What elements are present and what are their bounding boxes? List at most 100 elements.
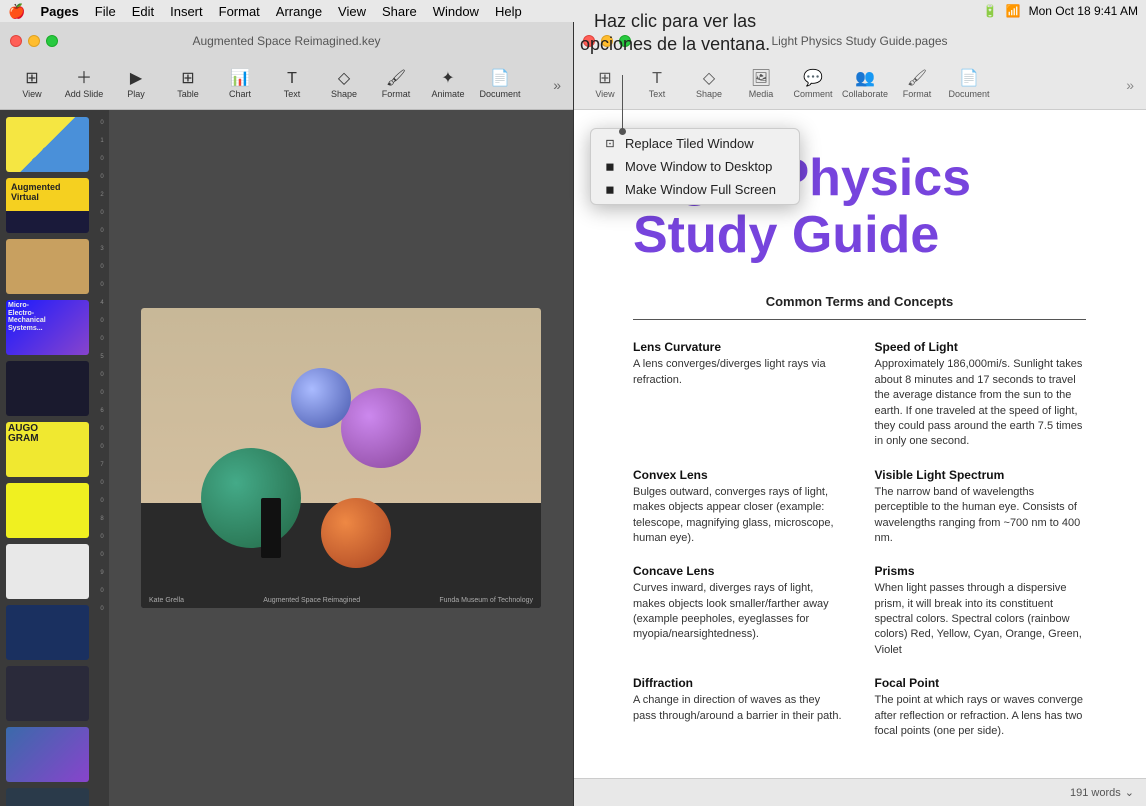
- caption-right: Funda Museum of Technology: [439, 597, 533, 604]
- fullscreen-button-left[interactable]: [46, 35, 58, 47]
- terms-grid: Lens Curvature A lens converges/diverges…: [633, 340, 1086, 757]
- slide-thumbnail-10: [6, 666, 89, 721]
- toolbar-chart-btn[interactable]: 📊 Chart: [216, 64, 264, 106]
- sphere-2: [291, 368, 351, 428]
- toolbar-addslide-label: Add Slide: [65, 89, 104, 99]
- list-item[interactable]: 4 Micro-Electro-MechanicalSystems...: [6, 300, 89, 355]
- slide-panel[interactable]: 1 2 AugmentedVirtual 3 4 Micro-Electr: [0, 110, 95, 806]
- menu-share[interactable]: Share: [375, 3, 424, 20]
- battery-icon: 🔋: [983, 4, 998, 18]
- term-desc-6: When light passes through a dispersive p…: [875, 581, 1087, 658]
- dropdown-label-replace: Replace Tiled Window: [625, 136, 754, 151]
- dropdown-item-move[interactable]: ◼ Move Window to Desktop: [591, 155, 799, 178]
- toolbar-document-right-btn[interactable]: 📄 Document: [945, 64, 993, 106]
- list-item[interactable]: 3: [6, 239, 89, 294]
- menu-help[interactable]: Help: [488, 3, 529, 20]
- toolbar-media-right-btn[interactable]: 🖼 Media: [737, 64, 785, 106]
- toolbar-table-label: Table: [177, 89, 199, 99]
- close-button-right[interactable]: [583, 35, 595, 47]
- apple-menu[interactable]: 🍎: [8, 3, 25, 20]
- toolbar-comment-right-label: Comment: [793, 89, 832, 99]
- toolbar-left: ⊞ View ＋ Add Slide ▶ Play ⊞ Table 📊 Char…: [0, 60, 573, 110]
- menu-arrange[interactable]: Arrange: [269, 3, 329, 20]
- toolbar-table-btn[interactable]: ⊞ Table: [164, 64, 212, 106]
- term-title-5: Concave Lens: [633, 564, 845, 578]
- toolbar-right: ⊞ View T Text ◇ Shape 🖼 Media 💬 Comment …: [573, 60, 1146, 110]
- slide-main-area[interactable]: Kate Grella Augmented Space Reimagined F…: [109, 110, 573, 806]
- minimize-button-left[interactable]: [28, 35, 40, 47]
- toolbar-document-btn[interactable]: 📄 Document: [476, 64, 524, 106]
- dropdown-item-fullscreen[interactable]: ◼ Make Window Full Screen: [591, 178, 799, 201]
- window-divider: [573, 22, 574, 806]
- term-desc-8: The point at which rays or waves converg…: [875, 693, 1087, 739]
- close-button-left[interactable]: [10, 35, 22, 47]
- toolbar-collaborate-right-label: Collaborate: [842, 89, 888, 99]
- list-item[interactable]: 9: [6, 605, 89, 660]
- list-item[interactable]: 6 AUGOGRAM: [6, 422, 89, 477]
- dropdown-item-replace[interactable]: ⊡ Replace Tiled Window: [591, 132, 799, 155]
- comment-right-icon: 💬: [803, 71, 823, 87]
- menu-pages[interactable]: Pages: [33, 3, 85, 20]
- toolbar-addslide-btn[interactable]: ＋ Add Slide: [60, 64, 108, 106]
- term-concave-lens: Concave Lens Curves inward, diverges ray…: [633, 564, 845, 658]
- document-subtitle: Common Terms and Concepts: [633, 294, 1086, 309]
- list-item[interactable]: 8: [6, 544, 89, 599]
- list-item[interactable]: 10: [6, 666, 89, 721]
- datetime-display: Mon Oct 18 9:41 AM: [1029, 4, 1138, 18]
- chart-icon: 📊: [230, 71, 250, 87]
- menu-file[interactable]: File: [88, 3, 123, 20]
- toolbar-expand-right-btn[interactable]: »: [1122, 73, 1138, 97]
- toolbar-text-label: Text: [284, 89, 301, 99]
- list-item[interactable]: 2 AugmentedVirtual: [6, 178, 89, 233]
- toolbar-text-right-btn[interactable]: T Text: [633, 64, 681, 106]
- minimize-button-right[interactable]: [601, 35, 613, 47]
- figure: [261, 498, 281, 558]
- left-window: Augmented Space Reimagined.key ⊞ View ＋ …: [0, 22, 573, 806]
- slide-thumbnail-4: Micro-Electro-MechanicalSystems...: [6, 300, 89, 355]
- sphere-1: [341, 388, 421, 468]
- menu-insert[interactable]: Insert: [163, 3, 210, 20]
- toolbar-comment-right-btn[interactable]: 💬 Comment: [789, 64, 837, 106]
- fullscreen-button-right[interactable]: [619, 35, 631, 47]
- menu-view[interactable]: View: [331, 3, 373, 20]
- slide-thumbnail-8: [6, 544, 89, 599]
- list-item[interactable]: 12: [6, 788, 89, 806]
- sphere-3: [201, 448, 301, 548]
- tooltip-dot: [619, 128, 626, 135]
- slide-thumbnail-11: [6, 727, 89, 782]
- text-icon: T: [287, 71, 297, 87]
- view-right-icon: ⊞: [598, 71, 611, 87]
- word-count-arrow-icon[interactable]: ⌄: [1125, 786, 1134, 799]
- sphere-4: [321, 498, 391, 568]
- slide-thumbnail-3: [6, 239, 89, 294]
- slide-caption: Kate Grella Augmented Space Reimagined F…: [141, 597, 541, 604]
- toolbar-expand-btn[interactable]: »: [549, 73, 565, 97]
- toolbar-text-btn[interactable]: T Text: [268, 64, 316, 106]
- toolbar-shape-label: Shape: [331, 89, 357, 99]
- list-item[interactable]: 1: [6, 117, 89, 172]
- toolbar-animate-btn[interactable]: ✦ Animate: [424, 64, 472, 106]
- toolbar-play-btn[interactable]: ▶ Play: [112, 64, 160, 106]
- toolbar-text-right-label: Text: [649, 89, 666, 99]
- menu-format[interactable]: Format: [212, 3, 267, 20]
- list-item[interactable]: 7: [6, 483, 89, 538]
- list-item[interactable]: 11: [6, 727, 89, 782]
- toolbar-collaborate-right-btn[interactable]: 👥 Collaborate: [841, 64, 889, 106]
- toolbar-view-btn[interactable]: ⊞ View: [8, 64, 56, 106]
- term-title-2: Speed of Light: [875, 340, 1087, 354]
- list-item[interactable]: 5: [6, 361, 89, 416]
- menu-edit[interactable]: Edit: [125, 3, 161, 20]
- menu-window[interactable]: Window: [426, 3, 486, 20]
- wifi-icon: 📶: [1006, 4, 1021, 18]
- caption-left: Kate Grella: [149, 597, 184, 604]
- toolbar-document-right-label: Document: [948, 89, 989, 99]
- toolbar-format-right-btn[interactable]: 🖌 Format: [893, 64, 941, 106]
- toolbar-chart-label: Chart: [229, 89, 251, 99]
- view-icon: ⊞: [25, 71, 38, 87]
- term-desc-7: A change in direction of waves as they p…: [633, 693, 845, 724]
- term-speed-of-light: Speed of Light Approximately 186,000mi/s…: [875, 340, 1087, 449]
- toolbar-format-btn[interactable]: 🖌 Format: [372, 64, 420, 106]
- toolbar-shape-btn[interactable]: ◇ Shape: [320, 64, 368, 106]
- word-count: 191 words: [1070, 787, 1121, 799]
- toolbar-shape-right-btn[interactable]: ◇ Shape: [685, 64, 733, 106]
